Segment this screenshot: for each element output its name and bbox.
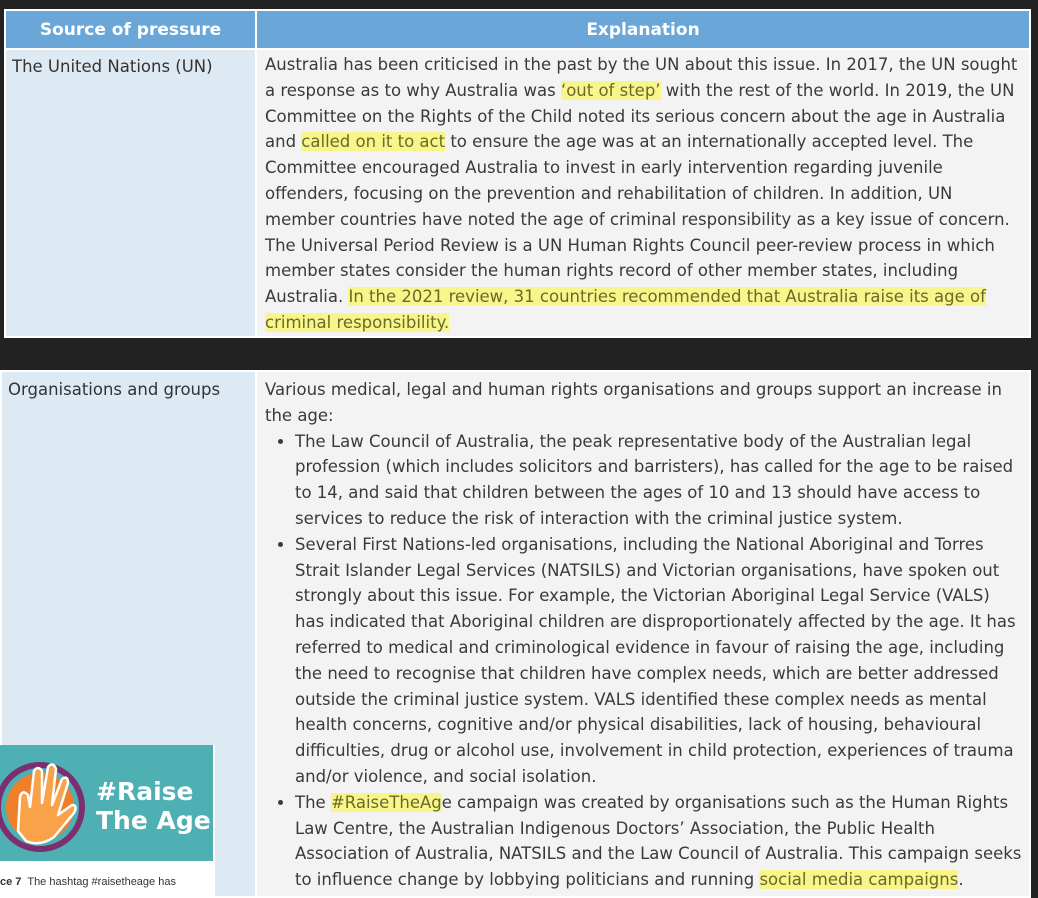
- list-item: The Law Council of Australia, the peak r…: [295, 429, 1023, 532]
- highlighted-text: ‘out of step’: [560, 80, 661, 100]
- figure-caption: ce 7 The hashtag #raisetheage has: [0, 876, 176, 888]
- raise-the-age-figure: #Raise The Age ce 7 The hashtag #raiseth…: [0, 745, 215, 896]
- header-source: Source of pressure: [4, 9, 257, 50]
- list-item: Several First Nations-led organisations,…: [295, 532, 1023, 790]
- highlighted-text: social media campaigns: [759, 870, 959, 890]
- source-cell: The United Nations (UN): [4, 48, 257, 338]
- hand-logo-icon: [0, 762, 85, 852]
- hashtag-line: #Raise: [96, 777, 194, 806]
- text-segment: The Law Council of Australia, the peak r…: [295, 431, 1014, 528]
- table-header-row: Source of pressure Explanation: [4, 9, 1031, 50]
- text-segment: Several First Nations-led organisations,…: [295, 534, 1016, 786]
- explanation-cell: Various medical, legal and human rights …: [255, 370, 1031, 898]
- highlighted-text: In the 2021 review, 31 countries recomme…: [265, 287, 986, 332]
- intro-text: Various medical, legal and human rights …: [265, 380, 1002, 425]
- caption-text: The hashtag #raisetheage has: [27, 876, 176, 888]
- hashtag-text: #Raise The Age: [96, 777, 211, 835]
- explanation-cell: Australia has been criticised in the pas…: [255, 48, 1031, 338]
- raise-the-age-image: #Raise The Age: [0, 745, 213, 861]
- highlighted-text: #RaiseTheAg: [330, 792, 442, 812]
- caption-label: ce 7: [0, 876, 22, 888]
- header-explanation: Explanation: [255, 9, 1031, 50]
- highlighted-text: called on it to act: [301, 132, 446, 152]
- bullet-list: The Law Council of Australia, the peak r…: [265, 429, 1023, 893]
- hashtag-line: The Age: [96, 806, 211, 835]
- pressure-table: Source of pressure Explanation The Unite…: [4, 9, 1031, 338]
- text-segment: .: [958, 870, 964, 890]
- text-segment: to ensure the age was at an internationa…: [265, 132, 1010, 307]
- pressure-table-un: Source of pressure Explanation The Unite…: [4, 9, 1031, 338]
- explanation-text: Australia has been criticised in the pas…: [265, 55, 1017, 332]
- table-row: The United Nations (UN) Australia has be…: [4, 48, 1031, 338]
- text-segment: The: [295, 792, 331, 812]
- list-item: The #RaiseTheAge campaign was created by…: [295, 790, 1023, 893]
